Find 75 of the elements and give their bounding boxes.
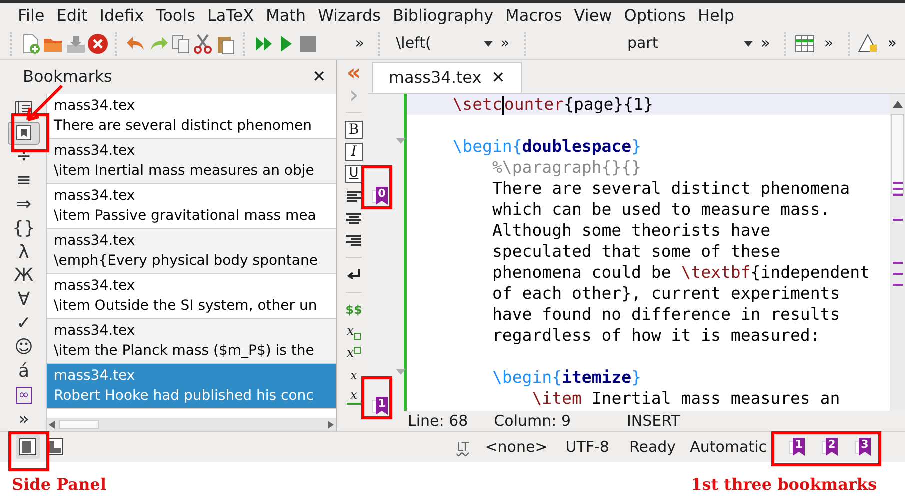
code-line: \item Inertial mass measures an (531, 388, 842, 409)
side-panel-toggle-icon[interactable] (16, 435, 40, 459)
menu-item[interactable]: LaTeX (207, 4, 254, 28)
menu-item[interactable]: Help (698, 4, 734, 28)
menu-item[interactable]: Tools (156, 4, 196, 28)
line-number-label: Line: 68 (408, 410, 468, 432)
symbol-tab[interactable]: ≡ (8, 170, 40, 192)
annotation-label: 1st three bookmarks (691, 474, 877, 496)
subscript-button[interactable]: x (345, 323, 363, 341)
insert-mode-label: INSERT (626, 410, 680, 432)
scroll-right-icon[interactable] (328, 420, 334, 428)
vertical-scrollbar[interactable] (890, 94, 905, 411)
code-line: speculated that some of these (491, 241, 782, 262)
language-dropdown[interactable]: <none> (485, 436, 548, 458)
code-line: There are several distinct phenomena (491, 178, 852, 199)
menu-item[interactable]: View (574, 4, 612, 28)
symbol-tab[interactable]: á (8, 360, 40, 384)
horizontal-scrollbar[interactable] (47, 418, 336, 431)
symbol-tab[interactable]: ÷ (8, 146, 40, 169)
bold-button[interactable]: B (345, 121, 363, 139)
panel-title: Bookmarks (23, 66, 112, 88)
symbol-tab[interactable]: {} (8, 217, 40, 240)
italic-button[interactable]: I (345, 143, 363, 161)
menu-item[interactable]: Math (266, 4, 306, 28)
more-button[interactable]: » (816, 32, 842, 55)
code-line: Although some theorists have (491, 220, 772, 241)
more-button[interactable]: » (492, 32, 518, 55)
menu-item[interactable]: Wizards (318, 4, 381, 28)
menu-item[interactable]: Bibliography (392, 4, 494, 28)
column-number-label: Column: 9 (494, 410, 571, 432)
scrollbar-thumb[interactable] (891, 114, 904, 194)
code-line: have found no difference in results (491, 304, 842, 325)
code-line: \begin{itemize} (491, 367, 642, 388)
code-line: %\paragraph{}{} (491, 157, 642, 178)
more-button[interactable]: » (880, 32, 905, 55)
more-button[interactable]: » (753, 32, 778, 55)
caret-icon (484, 40, 493, 46)
symbol-tab[interactable]: ∀ (8, 288, 40, 312)
menu-item[interactable]: Edit (56, 4, 88, 28)
status-label: Ready (629, 436, 676, 458)
annotation-label: Side Panel (12, 474, 106, 496)
symbol-tab[interactable]: ⇒ (8, 193, 40, 216)
bookmark-item[interactable]: mass34.tex \item the Planck mass ($m_P$) is the (47, 319, 336, 364)
symbol-tab[interactable]: ☺ (8, 336, 40, 360)
encoding-dropdown[interactable]: UTF-8 (566, 436, 610, 458)
underline-button[interactable]: U (345, 165, 363, 183)
code-line: phenomena could be \textbf{independent (491, 262, 871, 283)
close-button[interactable]: ✕ (312, 65, 326, 89)
code-line: \begin{doublespace} (452, 136, 642, 157)
compile-mode-label[interactable]: Automatic (690, 436, 767, 458)
grammar-check-indicator[interactable]: LT (456, 438, 470, 456)
structure-dropdown[interactable]: part (533, 32, 754, 55)
superscript-button[interactable]: x (345, 345, 363, 363)
caret-icon (744, 40, 754, 46)
strikeout-button[interactable]: x (345, 389, 363, 407)
symbol-tab[interactable]: λ (8, 241, 40, 264)
more-button[interactable]: » (347, 32, 372, 55)
symbol-tab[interactable]: ✓ (8, 312, 40, 336)
menu-item[interactable]: Macros (506, 4, 562, 28)
menu-item[interactable]: Options (624, 4, 686, 28)
fraction-button[interactable]: x (345, 367, 363, 385)
menu-item[interactable]: File (18, 4, 45, 28)
code-line: regardless of how it is measured: (491, 325, 822, 346)
symbol-tab[interactable]: Ж (8, 265, 40, 288)
menu-item[interactable]: Idefix (100, 4, 144, 28)
code-line: of each other}, current experiments (491, 283, 842, 304)
delimiter-dropdown[interactable]: \left( (388, 32, 493, 55)
file-tab[interactable]: mass34.tex ✕ (372, 62, 522, 93)
symbol-tab[interactable]: ∞ (8, 384, 40, 408)
scroll-up-icon[interactable] (892, 100, 902, 108)
code-line: which can be used to measure mass. (491, 199, 832, 220)
symbol-tab[interactable]: » (8, 408, 40, 431)
scroll-left-icon[interactable] (49, 420, 55, 428)
bookmark-tab-icon[interactable] (8, 122, 40, 145)
bookmark-item[interactable]: mass34.tex Robert Hooke had published his conc (47, 364, 336, 409)
